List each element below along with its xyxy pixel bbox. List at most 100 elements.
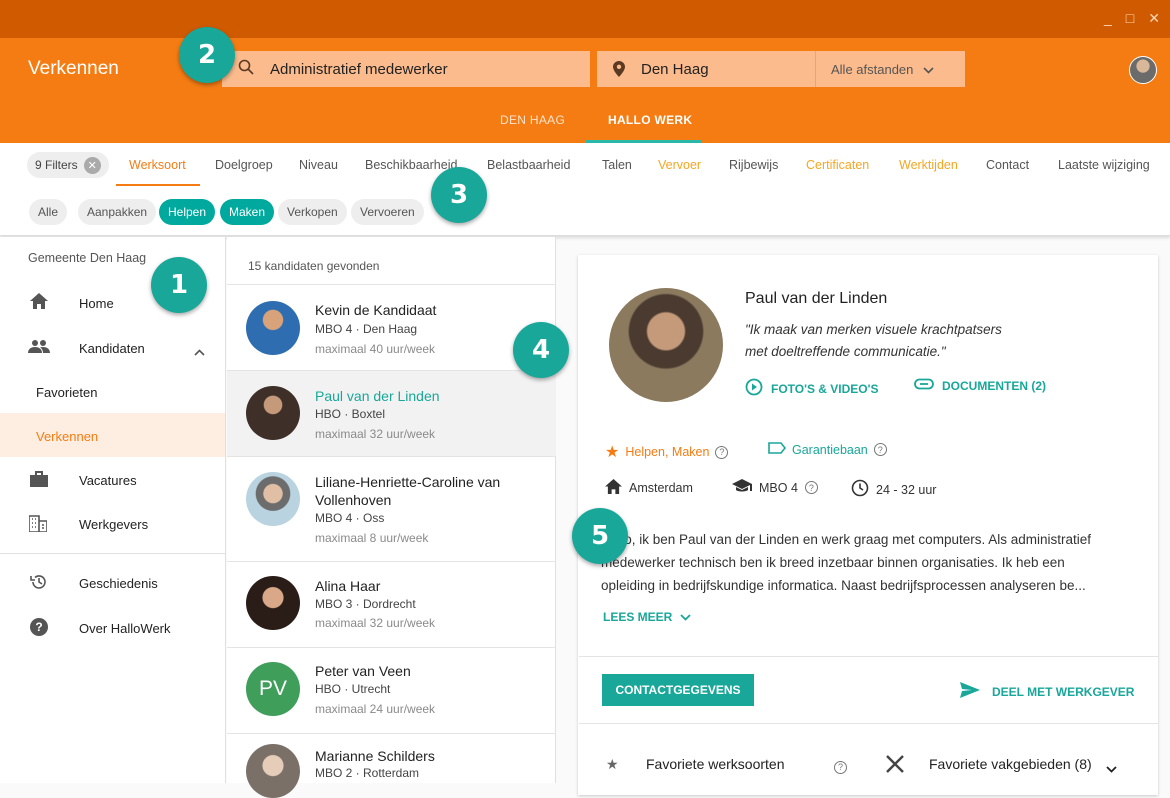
filter-tab-werksoort[interactable]: Werksoort: [129, 158, 186, 172]
callout-badge-2: 2: [179, 27, 235, 83]
photos-videos-label: FOTO'S & VIDEO'S: [771, 381, 879, 396]
sidebar-item-kandidaten[interactable]: Kandidaten: [79, 341, 145, 356]
minimize-icon[interactable]: _: [1104, 10, 1112, 27]
help-circle-icon[interactable]: ?: [715, 445, 729, 459]
help-circle-icon[interactable]: ?: [834, 760, 847, 774]
home-icon: [605, 479, 622, 497]
hours-meta: 24 - 32 uur: [851, 479, 936, 500]
documents-label: DOCUMENTEN (2): [942, 378, 1046, 393]
share-with-employer-button[interactable]: DEEL MET WERKGEVER: [960, 682, 1134, 701]
documents-link[interactable]: DOCUMENTEN (2): [914, 378, 1046, 393]
detail-divider: [579, 723, 1158, 724]
contact-button[interactable]: CONTACTGEGEVENS: [602, 674, 754, 706]
read-more-link[interactable]: LEES MEER: [603, 610, 691, 624]
search-input[interactable]: Administratief medewerker: [222, 51, 590, 87]
window-controls: _ □ ✕: [1104, 10, 1160, 27]
worktype-label: Helpen, Maken: [625, 445, 710, 459]
chip-verkopen[interactable]: Verkopen: [278, 199, 347, 225]
tab-den-haag[interactable]: DEN HAAG: [500, 113, 565, 127]
distance-select[interactable]: Alle afstanden: [815, 51, 965, 87]
city-meta: Amsterdam: [605, 479, 693, 497]
sidebar: [0, 237, 226, 783]
sidebar-item-verkennen[interactable]: Verkennen: [36, 429, 98, 444]
photos-videos-link[interactable]: FOTO'S & VIDEO'S: [745, 378, 879, 399]
callout-badge-4: 4: [513, 322, 569, 378]
sidebar-item-geschiedenis[interactable]: Geschiedenis: [79, 576, 158, 591]
filter-tab-werktijden[interactable]: Werktijden: [899, 158, 958, 172]
avatar: [246, 744, 300, 798]
clock-icon: [851, 479, 869, 500]
chevron-down-icon: [680, 610, 691, 624]
maximize-icon[interactable]: □: [1126, 10, 1134, 27]
chip-aanpakken[interactable]: Aanpakken: [78, 199, 157, 225]
chevron-up-icon[interactable]: [194, 343, 205, 361]
filter-tab-contact[interactable]: Contact: [986, 158, 1029, 172]
callout-badge-5: 5: [572, 508, 628, 564]
sidebar-item-over-hallowerk[interactable]: Over HalloWerk: [79, 621, 171, 636]
candidate-meta: MBO 4 · Oss: [315, 511, 385, 525]
favorite-worktypes-label[interactable]: Favoriete werksoorten: [646, 756, 785, 772]
worktype-tag: ★ Helpen, Maken ?: [605, 442, 729, 462]
candidate-name: Kevin de Kandidaat: [315, 302, 437, 318]
candidate-meta: MBO 3 · Dordrecht: [315, 597, 416, 611]
chip-vervoeren[interactable]: Vervoeren: [351, 199, 424, 225]
garantiebaan-label: Garantiebaan: [792, 442, 868, 457]
hours-value: 24 - 32 uur: [876, 482, 937, 497]
sidebar-selection: [0, 413, 225, 457]
location-input[interactable]: Den Haag: [597, 51, 815, 87]
chip-maken[interactable]: Maken: [220, 199, 275, 225]
candidate-meta: HBO · Utrecht: [315, 682, 391, 696]
level-value: MBO 4: [759, 480, 798, 495]
bio-line3: opleiding in bedrijfskundige informatica…: [601, 578, 1086, 593]
close-icon[interactable]: ✕: [1148, 10, 1160, 27]
tab-hallo-werk[interactable]: HALLO WERK: [608, 113, 692, 127]
title-bar: [0, 0, 1170, 38]
filter-tab-laatste-wijziging[interactable]: Laatste wijziging: [1058, 158, 1150, 172]
clear-filters-icon[interactable]: ✕: [83, 156, 101, 174]
detail-divider: [579, 656, 1158, 657]
label-tag-icon: [768, 442, 787, 457]
filter-tab-beschikbaarheid[interactable]: Beschikbaarheid: [365, 158, 457, 172]
filter-tab-doelgroep[interactable]: Doelgroep: [215, 158, 273, 172]
chip-helpen[interactable]: Helpen: [159, 199, 216, 225]
candidate-name: Liliane-Henriette-Caroline van: [315, 474, 501, 490]
filter-tab-talen[interactable]: Talen: [602, 158, 632, 172]
filter-tab-vervoer[interactable]: Vervoer: [658, 158, 701, 172]
candidate-hours: maximaal 32 uur/week: [315, 616, 436, 630]
help-circle-icon[interactable]: ?: [873, 443, 887, 456]
search-value: Administratief medewerker: [270, 60, 448, 78]
candidate-name: Alina Haar: [315, 578, 381, 594]
sidebar-item-werkgevers[interactable]: Werkgevers: [79, 517, 148, 532]
share-label: DEEL MET WERKGEVER: [992, 684, 1135, 699]
filter-tab-certificaten[interactable]: Certificaten: [806, 158, 869, 172]
avatar: [246, 301, 300, 355]
sidebar-item-home[interactable]: Home: [79, 296, 114, 311]
filter-tab-rijbewijs[interactable]: Rijbewijs: [729, 158, 778, 172]
people-icon: [28, 339, 50, 358]
candidate-name: Marianne Schilders: [315, 748, 435, 764]
city-value: Amsterdam: [629, 481, 693, 495]
home-icon: [30, 293, 48, 314]
chip-alle[interactable]: Alle: [29, 199, 68, 225]
user-avatar[interactable]: [1129, 56, 1157, 84]
building-icon: [28, 514, 48, 537]
filter-tab-belastbaarheid[interactable]: Belastbaarheid: [487, 158, 570, 172]
avatar: [246, 576, 300, 630]
filters-count-chip[interactable]: 9 Filters ✕: [27, 152, 109, 178]
profile-bio: Hallo, ik ben Paul van der Linden en wer…: [601, 528, 1137, 597]
candidate-name: Paul van der Linden: [315, 388, 440, 404]
favorite-fields-label[interactable]: Favoriete vakgebieden (8): [929, 756, 1092, 772]
sidebar-item-favorieten[interactable]: Favorieten: [36, 385, 97, 400]
avatar: [246, 472, 300, 526]
briefcase-icon: [30, 471, 48, 492]
sidebar-item-vacatures[interactable]: Vacatures: [79, 473, 137, 488]
help-circle-icon[interactable]: ?: [804, 481, 818, 494]
candidate-name-line2: Vollenhoven: [315, 492, 392, 508]
filter-tab-niveau[interactable]: Niveau: [299, 158, 338, 172]
candidate-hours: maximaal 8 uur/week: [315, 531, 429, 545]
candidate-hours: maximaal 24 uur/week: [315, 702, 436, 716]
distance-value: Alle afstanden: [831, 61, 914, 77]
profile-quote-line2: met doeltreffende communicatie.": [745, 344, 946, 359]
candidate-hours: maximaal 40 uur/week: [315, 342, 436, 356]
chevron-down-icon[interactable]: [1106, 760, 1117, 778]
